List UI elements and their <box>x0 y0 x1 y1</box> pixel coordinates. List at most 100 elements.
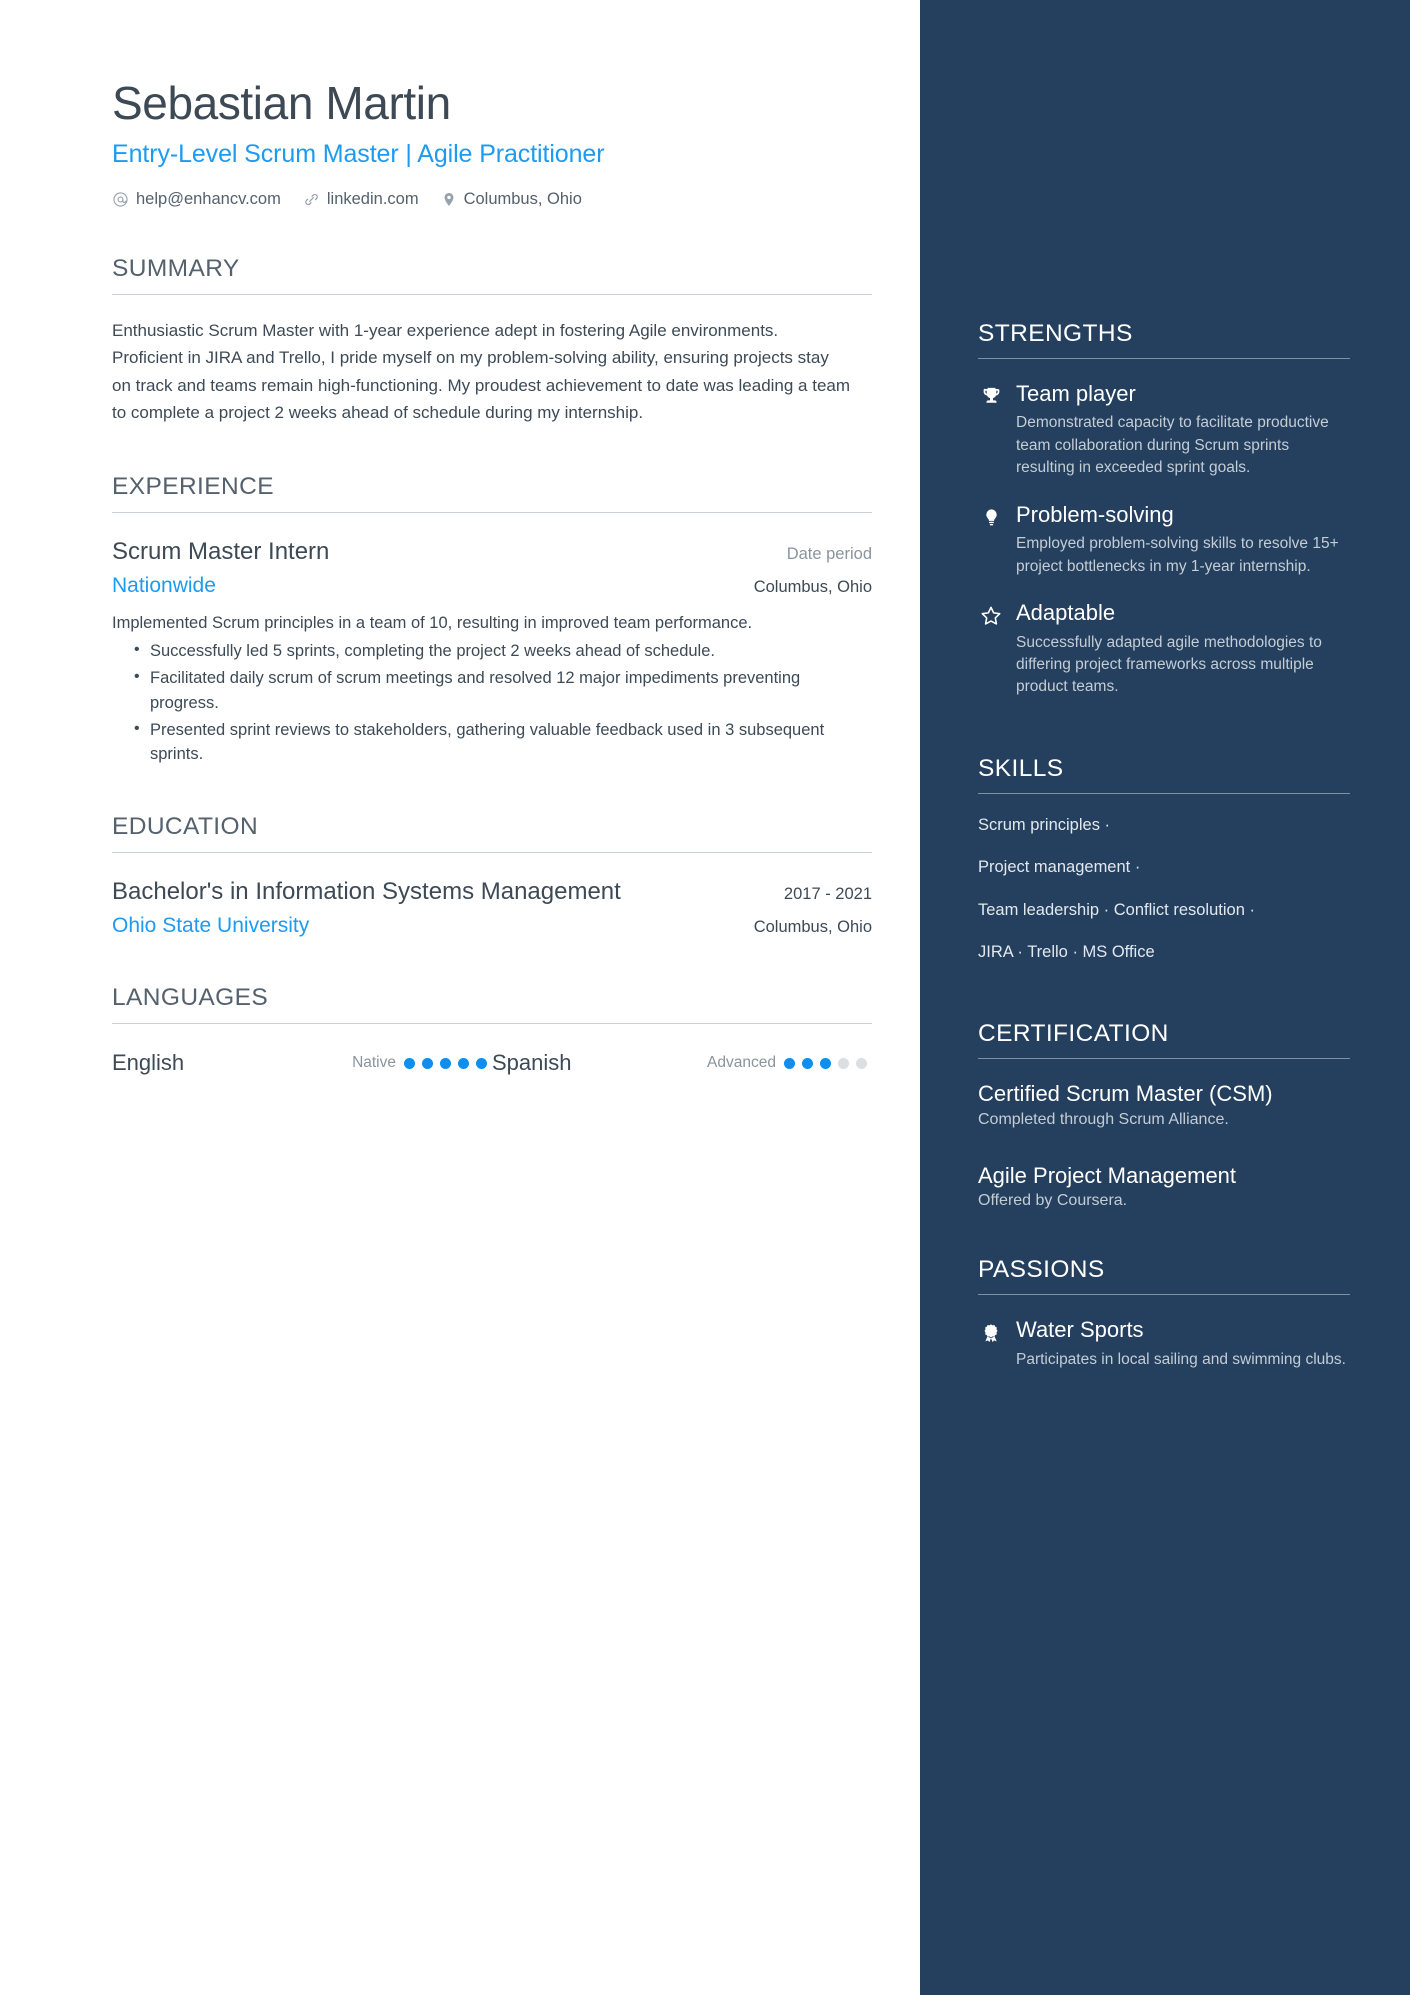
language-level: Native <box>352 1054 396 1072</box>
divider <box>112 511 872 513</box>
language-item: Spanish Advanced <box>492 1050 872 1076</box>
contact-linkedin-text: linkedin.com <box>326 189 419 208</box>
contact-row: help@enhancv.com linkedin.com Columbus, … <box>112 190 920 209</box>
strength-description: Demonstrated capacity to facilitate prod… <box>1016 414 1329 477</box>
rating-dot <box>404 1057 415 1069</box>
experience-entry: Scrum Master Intern Date period Nationwi… <box>112 537 872 768</box>
experience-description: Implemented Scrum principles in a team o… <box>112 613 753 632</box>
strength-name: Adaptable <box>1016 600 1116 626</box>
divider <box>978 1057 1350 1059</box>
certification-item: Agile Project Management Offered by Cour… <box>978 1163 1350 1211</box>
rating-dot <box>476 1057 487 1069</box>
skills-heading: SKILLS <box>978 754 1064 782</box>
divider <box>112 852 872 854</box>
education-degree: Bachelor's in Information Systems Manage… <box>112 878 621 906</box>
list-item: Presented sprint reviews to stakeholders… <box>134 717 872 768</box>
link-icon <box>303 191 320 208</box>
main-column: Sebastian Martin Entry-Level Scrum Maste… <box>0 0 920 1995</box>
education-entry: Bachelor's in Information Systems Manage… <box>112 877 872 938</box>
language-item: English Native <box>112 1050 492 1076</box>
strength-description: Employed problem-solving skills to resol… <box>1016 535 1339 575</box>
passion-description: Participates in local sailing and swimmi… <box>1016 1350 1346 1368</box>
section-certification: CERTIFICATION Certified Scrum Master (CS… <box>978 1020 1350 1211</box>
divider <box>112 293 872 295</box>
rating-dot <box>784 1057 795 1069</box>
trophy-icon <box>978 381 1004 480</box>
certification-name: Agile Project Management <box>978 1162 1237 1188</box>
experience-location: Columbus, Ohio <box>753 577 872 596</box>
languages-row: English Native Spanish Advanced <box>112 1050 872 1076</box>
contact-linkedin[interactable]: linkedin.com <box>303 190 419 209</box>
language-name: English <box>112 1050 185 1076</box>
at-icon <box>112 191 129 208</box>
certification-description: Completed through Scrum Alliance. <box>978 1110 1229 1128</box>
rating-dot <box>802 1057 813 1069</box>
strength-name: Team player <box>1016 381 1136 406</box>
education-location: Columbus, Ohio <box>753 918 872 937</box>
passions-heading: PASSIONS <box>978 1256 1105 1284</box>
strength-item: Adaptable Successfully adapted agile met… <box>978 600 1350 699</box>
experience-date: Date period <box>786 544 872 563</box>
skill-line: Project management · <box>978 858 1141 877</box>
section-experience: EXPERIENCE Scrum Master Intern Date peri… <box>112 473 872 768</box>
section-strengths: STRENGTHS Team player Demonstrated capac… <box>978 320 1350 699</box>
divider <box>978 1294 1350 1296</box>
experience-bullets: Successfully led 5 sprints, completing t… <box>112 638 872 768</box>
rating-dot <box>856 1057 867 1069</box>
languages-heading: LANGUAGES <box>112 984 269 1012</box>
divider <box>978 792 1350 794</box>
resume-page: Sebastian Martin Entry-Level Scrum Maste… <box>0 0 1410 1995</box>
location-pin-icon <box>441 191 457 208</box>
section-summary: SUMMARY Enthusiastic Scrum Master with 1… <box>112 255 872 427</box>
language-level: Advanced <box>707 1054 776 1072</box>
skill-line: Scrum principles · <box>978 815 1111 834</box>
strength-description: Successfully adapted agile methodologies… <box>1016 633 1322 696</box>
rating-dot <box>458 1057 469 1069</box>
certification-heading: CERTIFICATION <box>978 1019 1169 1047</box>
list-item: Facilitated daily scrum of scrum meeting… <box>134 665 872 716</box>
section-passions: PASSIONS Water Sports Participates in lo… <box>978 1256 1350 1371</box>
award-ribbon-icon <box>978 1317 1004 1371</box>
section-skills: SKILLS Scrum principles · Project manage… <box>978 755 1350 964</box>
education-school[interactable]: Ohio State University <box>112 914 309 938</box>
star-icon <box>978 600 1004 699</box>
rating-dot <box>422 1057 433 1069</box>
contact-location: Columbus, Ohio <box>441 190 582 209</box>
contact-email-text: help@enhancv.com <box>136 189 281 208</box>
passion-item: Water Sports Participates in local saili… <box>978 1317 1350 1371</box>
divider <box>978 358 1350 359</box>
rating-dot <box>440 1057 451 1069</box>
list-item: Successfully led 5 sprints, completing t… <box>134 638 872 664</box>
passion-name: Water Sports <box>1016 1317 1144 1343</box>
certification-name: Certified Scrum Master (CSM) <box>978 1080 1273 1106</box>
contact-location-text: Columbus, Ohio <box>463 189 582 208</box>
strength-item: Team player Demonstrated capacity to fac… <box>978 381 1350 480</box>
experience-heading: EXPERIENCE <box>112 472 274 500</box>
experience-company[interactable]: Nationwide <box>112 574 216 598</box>
language-rating-dots <box>784 1057 867 1069</box>
strength-item: Problem-solving Employed problem-solving… <box>978 502 1350 578</box>
page-title: Sebastian Martin <box>112 77 451 129</box>
experience-role: Scrum Master Intern <box>112 537 330 565</box>
section-education: EDUCATION Bachelor's in Information Syst… <box>112 813 872 938</box>
language-name: Spanish <box>492 1050 572 1076</box>
divider <box>112 1023 872 1025</box>
strengths-heading: STRENGTHS <box>978 320 1133 347</box>
certification-description: Offered by Coursera. <box>978 1192 1128 1210</box>
rating-dot <box>838 1057 849 1069</box>
language-rating-dots <box>404 1057 487 1069</box>
summary-text: Enthusiastic Scrum Master with 1-year ex… <box>112 320 851 423</box>
strength-name: Problem-solving <box>1016 501 1174 527</box>
summary-heading: SUMMARY <box>112 254 240 282</box>
education-date: 2017 - 2021 <box>783 885 872 904</box>
education-heading: EDUCATION <box>112 813 259 841</box>
contact-email[interactable]: help@enhancv.com <box>112 190 281 209</box>
rating-dot <box>820 1057 831 1069</box>
lightbulb-icon <box>978 502 1004 578</box>
certification-item: Certified Scrum Master (CSM) Completed t… <box>978 1081 1350 1129</box>
skill-line: Team leadership · Conflict resolution · <box>978 900 1255 919</box>
section-languages: LANGUAGES English Native Spanish Advance… <box>112 984 872 1076</box>
